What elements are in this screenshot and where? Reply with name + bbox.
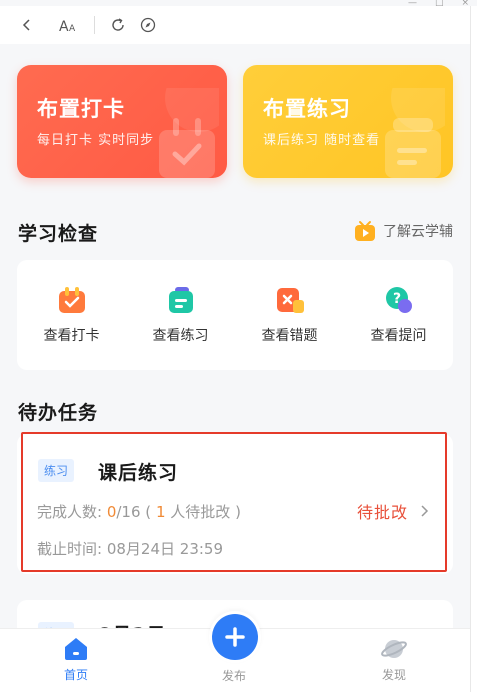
learn-more-link[interactable]: 了解云学辅 <box>353 219 453 243</box>
view-checkin-item[interactable]: 查看打卡 <box>17 260 126 370</box>
scrollbar[interactable] <box>470 6 477 692</box>
nav-publish-label-wrap: 发布 <box>222 667 246 684</box>
nav-home-label: 首页 <box>63 668 88 682</box>
view-practice-label: 查看练习 <box>152 328 209 344</box>
study-check-panel: 查看打卡 查看练习 查看错题 ? 查看提问 <box>17 260 453 370</box>
view-practice-item[interactable]: 查看练习 <box>126 260 235 370</box>
view-checkin-label: 查看打卡 <box>43 328 100 344</box>
refresh-icon[interactable] <box>107 14 129 36</box>
assign-practice-card[interactable]: 布置练习 课后练习 随时查看 <box>243 65 453 178</box>
learn-more-label: 了解云学辅 <box>383 224 453 240</box>
plus-icon <box>225 627 245 647</box>
card-title: 布置打卡 <box>37 97 125 121</box>
view-wrong-questions-label: 查看错题 <box>261 328 318 344</box>
study-check-title: 学习检查 <box>18 223 99 245</box>
view-questions-label: 查看提问 <box>370 328 427 344</box>
toolbar-divider <box>94 16 95 34</box>
highlight-box <box>21 432 447 572</box>
back-icon[interactable] <box>16 14 38 36</box>
todo-title: 待办任务 <box>18 402 99 424</box>
main-content: 布置打卡 每日打卡 实时同步 布置练习 课后练习 随时查看 学习检查 了解云学辅 <box>0 44 470 628</box>
card-title: 布置练习 <box>263 97 351 121</box>
compass-icon[interactable] <box>137 14 159 36</box>
publish-button[interactable] <box>209 611 261 663</box>
svg-text:A: A <box>59 19 69 33</box>
planet-icon <box>381 640 407 658</box>
card-subtitle: 每日打卡 实时同步 <box>37 133 155 148</box>
view-wrong-questions-item[interactable]: 查看错题 <box>235 260 344 370</box>
nav-discover[interactable]: 发现 <box>380 637 408 683</box>
browser-toolbar: AA <box>0 6 470 44</box>
question-icon: ? <box>385 287 412 313</box>
home-icon <box>65 638 87 660</box>
nav-home[interactable]: 首页 <box>62 637 90 683</box>
svg-text:?: ? <box>392 291 400 307</box>
card-subtitle: 课后练习 随时查看 <box>263 133 381 148</box>
task-title: 8月2日 <box>98 620 166 628</box>
view-questions-item[interactable]: ? 查看提问 <box>344 260 453 370</box>
nav-discover-label: 发现 <box>381 668 406 682</box>
wrong-question-icon <box>276 288 304 313</box>
practice-icon <box>168 287 193 313</box>
nav-publish-label: 发布 <box>222 669 247 683</box>
checkin-icon <box>58 287 85 313</box>
assign-checkin-card[interactable]: 布置打卡 每日打卡 实时同步 <box>17 65 227 178</box>
svg-text:A: A <box>69 24 76 33</box>
video-gift-icon <box>355 221 375 241</box>
font-size-icon[interactable]: AA <box>58 14 80 36</box>
